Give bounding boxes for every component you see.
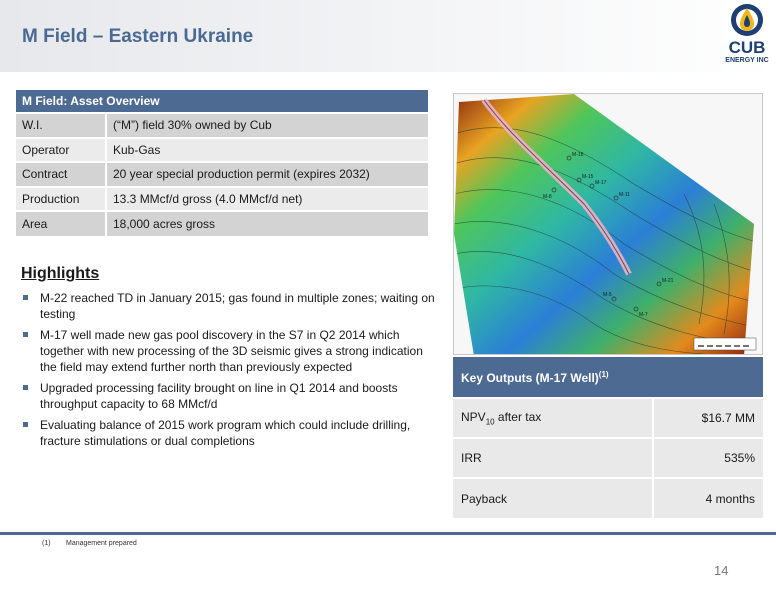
row-label: NPV10 after tax bbox=[453, 397, 653, 438]
list-item-text: Upgraded processing facility brought on … bbox=[40, 381, 398, 411]
list-item-text: M-22 reached TD in January 2015; gas fou… bbox=[40, 291, 435, 321]
row-value: (“M”) field 30% owned by Cub bbox=[106, 112, 428, 138]
table-row: Payback 4 months bbox=[453, 477, 763, 518]
row-label: IRR bbox=[453, 437, 653, 478]
table-row: IRR 535% bbox=[453, 437, 763, 478]
list-item: Upgraded processing facility brought on … bbox=[23, 380, 435, 412]
row-value: Kub-Gas bbox=[106, 136, 428, 162]
row-label: Contract bbox=[16, 161, 107, 187]
key-outputs-heading: Key Outputs (M-17 Well)(1) bbox=[453, 357, 763, 398]
well-label: M-8 bbox=[543, 194, 552, 200]
logo-subtitle: ENERGY INC bbox=[725, 57, 769, 64]
page-title: M Field – Eastern Ukraine bbox=[22, 26, 254, 47]
footnote-marker: (1) bbox=[598, 369, 609, 379]
footer-divider bbox=[0, 532, 776, 535]
asset-overview-table: M Field: Asset Overview W.I. (“M”) field… bbox=[16, 90, 428, 236]
page-number: 14 bbox=[714, 563, 729, 578]
row-label: W.I. bbox=[16, 112, 107, 138]
table-row: W.I. (“M”) field 30% owned by Cub bbox=[16, 112, 428, 138]
row-label: Operator bbox=[16, 136, 107, 162]
list-item-text: Evaluating balance of 2015 work program … bbox=[40, 418, 411, 448]
table-row: Production 13.3 MMcf/d gross (4.0 MMcf/d… bbox=[16, 185, 428, 211]
table-row: Operator Kub-Gas bbox=[16, 136, 428, 162]
footnote-text: Management prepared bbox=[66, 540, 137, 547]
square-bullet-icon bbox=[23, 422, 28, 427]
npv-subscript: 10 bbox=[485, 417, 495, 427]
table-row: Area 18,000 acres gross bbox=[16, 210, 428, 236]
well-label: M-17 bbox=[595, 180, 607, 186]
footnote-number: (1) bbox=[42, 540, 51, 547]
square-bullet-icon bbox=[23, 385, 28, 390]
key-outputs-heading-text: Key Outputs (M-17 Well) bbox=[461, 370, 599, 385]
well-label: M-11 bbox=[619, 192, 630, 198]
list-item: M-22 reached TD in January 2015; gas fou… bbox=[23, 290, 435, 322]
well-label: M-21 bbox=[662, 278, 674, 284]
company-logo: CUB ENERGY INC bbox=[718, 2, 776, 72]
key-outputs-table: Key Outputs (M-17 Well)(1) NPV10 after t… bbox=[453, 357, 763, 518]
asset-overview-heading: M Field: Asset Overview bbox=[16, 90, 428, 113]
list-item: Evaluating balance of 2015 work program … bbox=[23, 417, 435, 449]
row-label: Payback bbox=[453, 477, 653, 518]
well-label: M-16 bbox=[572, 152, 584, 158]
npv-label-suffix: after tax bbox=[494, 409, 542, 424]
table-row: NPV10 after tax $16.7 MM bbox=[453, 397, 763, 438]
list-item: M-17 well made new gas pool discovery in… bbox=[23, 327, 435, 375]
row-value: $16.7 MM bbox=[652, 397, 763, 438]
well-label: M-7 bbox=[639, 312, 648, 318]
list-item-text: M-17 well made new gas pool discovery in… bbox=[40, 328, 423, 374]
row-value: 18,000 acres gross bbox=[106, 210, 428, 236]
well-label: M-15 bbox=[582, 174, 594, 180]
square-bullet-icon bbox=[23, 332, 28, 337]
scale-bar-icon bbox=[693, 337, 757, 351]
field-map: M-16 M-15 M-17 M-8 M-11 M-21 M-5 M-7 bbox=[453, 93, 763, 355]
row-label: Area bbox=[16, 210, 107, 236]
flame-drop-icon bbox=[731, 4, 763, 36]
square-bullet-icon bbox=[23, 295, 28, 300]
table-row: Contract 20 year special production perm… bbox=[16, 161, 428, 187]
row-value: 535% bbox=[652, 437, 763, 478]
row-label: Production bbox=[16, 185, 107, 211]
row-value: 4 months bbox=[652, 477, 763, 518]
highlights-title: Highlights bbox=[21, 265, 100, 282]
npv-label: NPV bbox=[461, 409, 486, 424]
seismic-contour-map: M-16 M-15 M-17 M-8 M-11 M-21 M-5 M-7 bbox=[454, 94, 757, 354]
row-value: 13.3 MMcf/d gross (4.0 MMcf/d net) bbox=[106, 185, 428, 211]
highlights-list: M-22 reached TD in January 2015; gas fou… bbox=[23, 290, 435, 454]
logo-name: CUB bbox=[728, 38, 766, 57]
well-label: M-5 bbox=[603, 292, 612, 298]
row-value: 20 year special production permit (expir… bbox=[106, 161, 428, 187]
